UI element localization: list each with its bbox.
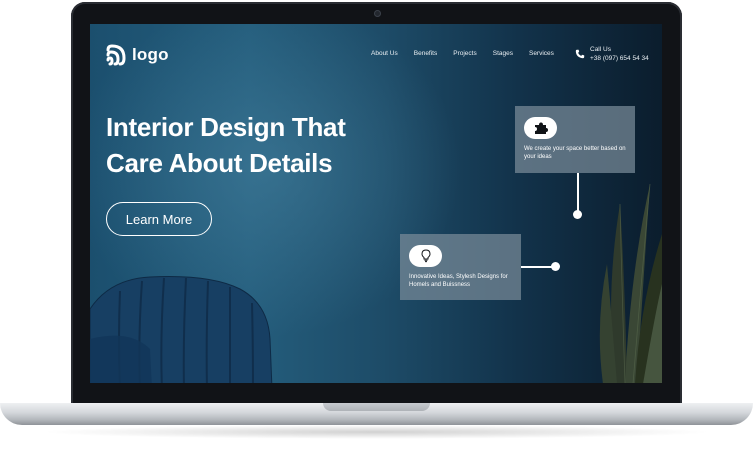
laptop-shadow <box>40 425 713 439</box>
call-us-label: Call Us <box>590 46 611 53</box>
hero-headline: Interior Design That Care About Details <box>106 109 366 181</box>
webcam-icon <box>374 10 381 17</box>
puzzle-icon <box>534 122 548 134</box>
lightbulb-icon <box>420 249 431 263</box>
feature-card-text: Innovative Ideas, Stylesh Designs for Ho… <box>409 274 508 288</box>
connector-dot <box>573 210 582 219</box>
icon-pill <box>524 117 557 139</box>
website-screen: logo About Us Benefits Projects Stages S… <box>90 24 662 383</box>
nav-link-projects[interactable]: Projects <box>453 50 476 57</box>
armchair-image <box>90 276 273 383</box>
main-nav: About Us Benefits Projects Stages Servic… <box>371 50 554 57</box>
nav-link-benefits[interactable]: Benefits <box>414 50 438 57</box>
connector-line <box>521 266 554 268</box>
feature-card-text: We create your space better based on you… <box>524 146 626 160</box>
logo-text: logo <box>132 45 169 64</box>
feature-card-space: We create your space better based on you… <box>515 106 635 173</box>
phone-number: +38 (097) 654 54 34 <box>590 55 649 62</box>
nav-link-services[interactable]: Services <box>529 50 554 57</box>
learn-more-button[interactable]: Learn More <box>106 202 212 236</box>
nav-link-about-us[interactable]: About Us <box>371 50 398 57</box>
headline-line-1: Interior Design That <box>106 112 346 142</box>
laptop-notch <box>323 403 430 411</box>
phone-icon <box>575 49 585 59</box>
site-logo[interactable]: logo <box>106 44 169 66</box>
plant-image <box>599 183 662 383</box>
laptop-mockup: logo About Us Benefits Projects Stages S… <box>0 0 753 450</box>
feature-card-ideas: Innovative Ideas, Stylesh Designs for Ho… <box>400 234 521 300</box>
headline-line-2: Care About Details <box>106 148 333 178</box>
connector-dot <box>551 262 560 271</box>
call-us-contact[interactable]: Call Us +38 (097) 654 54 34 <box>575 45 649 63</box>
connector-line <box>577 173 579 213</box>
wave-logo-icon <box>106 44 126 66</box>
nav-link-stages[interactable]: Stages <box>493 50 513 57</box>
icon-pill <box>409 245 442 267</box>
